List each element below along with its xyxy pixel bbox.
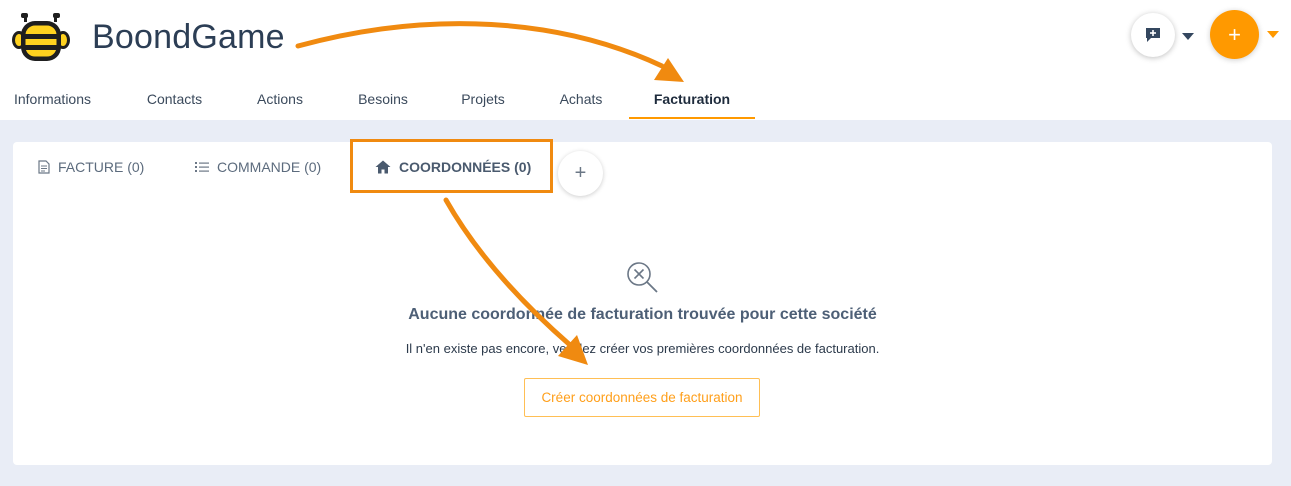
create-billing-details-button[interactable]: Créer coordonnées de facturation bbox=[524, 378, 760, 417]
company-name: BoondGame bbox=[92, 18, 285, 56]
tab-informations[interactable]: Informations bbox=[0, 80, 105, 119]
tab-contacts[interactable]: Contacts bbox=[128, 80, 221, 119]
chevron-down-icon[interactable] bbox=[1267, 31, 1279, 39]
add-button[interactable]: + bbox=[1210, 10, 1259, 59]
subtab-label: COMMANDE (0) bbox=[217, 159, 322, 175]
main-tabs: Informations Contacts Actions Besoins Pr… bbox=[0, 80, 1291, 120]
subtab-label: FACTURE (0) bbox=[58, 159, 145, 175]
subtab-commande[interactable]: COMMANDE (0) bbox=[195, 142, 321, 192]
subtab-label: COORDONNÉES (0) bbox=[399, 159, 532, 175]
add-tab-button[interactable]: + bbox=[558, 151, 603, 196]
search-x-icon bbox=[627, 262, 658, 293]
chat-plus-icon bbox=[1146, 28, 1160, 42]
list-icon bbox=[195, 162, 209, 172]
tab-projets[interactable]: Projets bbox=[445, 80, 521, 119]
empty-state-title: Aucune coordonnée de facturation trouvée… bbox=[408, 306, 877, 323]
app-header: BoondGame + Informations Contacts Action… bbox=[0, 0, 1291, 120]
chevron-down-icon[interactable] bbox=[1182, 33, 1194, 41]
empty-state-description: Il n'en existe pas encore, veuillez crée… bbox=[405, 341, 880, 356]
subtab-facture[interactable]: FACTURE (0) bbox=[38, 142, 144, 192]
tab-actions[interactable]: Actions bbox=[240, 80, 320, 119]
tab-facturation[interactable]: Facturation bbox=[629, 80, 755, 119]
tab-achats[interactable]: Achats bbox=[543, 80, 619, 119]
billing-card: FACTURE (0) COMMANDE (0) COORDONNÉES (0)… bbox=[13, 142, 1272, 465]
tab-besoins[interactable]: Besoins bbox=[343, 80, 423, 119]
message-button[interactable] bbox=[1131, 13, 1175, 57]
subtab-coordonnees[interactable]: COORDONNÉES (0) bbox=[375, 142, 531, 192]
bee-logo-icon bbox=[12, 13, 70, 61]
invoice-icon bbox=[38, 160, 50, 174]
home-icon bbox=[375, 160, 391, 174]
